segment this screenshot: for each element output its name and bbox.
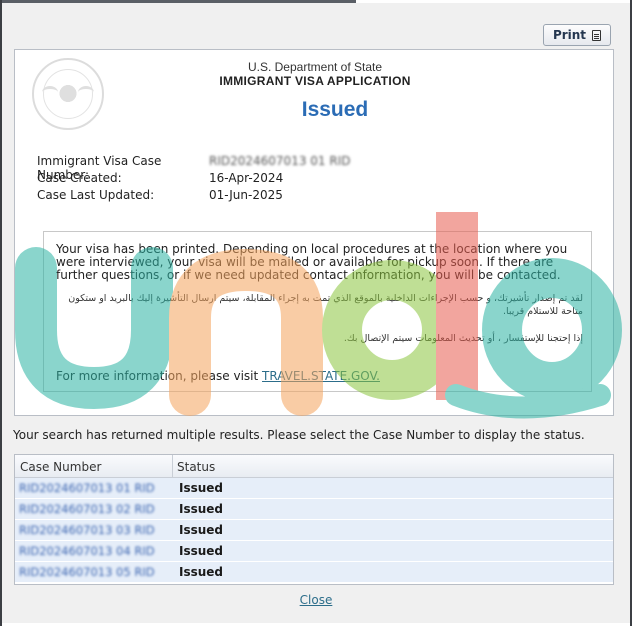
department-name: U.S. Department of State bbox=[247, 60, 383, 74]
case-number-link[interactable]: RID2024607013 05 RID bbox=[19, 565, 155, 579]
status-column-header: Status bbox=[177, 460, 216, 474]
case-number-value: RID2024607013 01 RID bbox=[209, 154, 351, 168]
status-card: U.S. Department of State IMMIGRANT VISA … bbox=[14, 49, 614, 416]
header-divider bbox=[172, 455, 173, 477]
print-button[interactable]: Print bbox=[543, 24, 611, 46]
table-row[interactable]: RID2024607013 02 RID Issued bbox=[15, 499, 613, 520]
case-number-column-header: Case Number bbox=[20, 460, 102, 474]
row-status: Issued bbox=[179, 523, 224, 537]
results-rows: RID2024607013 01 RID Issued RID202460701… bbox=[15, 478, 613, 583]
case-number-link[interactable]: RID2024607013 03 RID bbox=[19, 523, 155, 537]
table-row[interactable]: RID2024607013 03 RID Issued bbox=[15, 520, 613, 541]
status-message-english: Your visa has been printed. Depending on… bbox=[56, 242, 568, 282]
status-dialog: Print U.S. Department of State IMMIGRANT… bbox=[2, 3, 630, 623]
case-updated-value: 01-Jun-2025 bbox=[209, 188, 283, 202]
travel-state-gov-link[interactable]: TRAVEL.STATE.GOV. bbox=[262, 369, 380, 383]
results-header: Case Number Status bbox=[15, 455, 613, 478]
case-created-value: 16-Apr-2024 bbox=[209, 171, 284, 185]
status-message-arabic-2: إذا إحتجنا للإستفسار ، أو تحديث المعلوما… bbox=[343, 333, 583, 344]
application-title: IMMIGRANT VISA APPLICATION bbox=[219, 74, 411, 88]
status-message-arabic-1: لقد تم إصدار تأشيرتك، و حسب الإجراءات ال… bbox=[68, 293, 583, 317]
table-row[interactable]: RID2024607013 05 RID Issued bbox=[15, 562, 613, 583]
more-info-line: For more information, please visit TRAVE… bbox=[56, 369, 380, 383]
status-heading: Issued bbox=[301, 98, 369, 121]
case-created-label: Case Created: bbox=[37, 171, 122, 185]
case-number-link[interactable]: RID2024607013 02 RID bbox=[19, 502, 155, 516]
row-status: Issued bbox=[179, 565, 224, 579]
case-updated-row: Case Last Updated: 01-Jun-2025 bbox=[37, 188, 350, 205]
document-icon bbox=[592, 29, 602, 41]
table-row[interactable]: RID2024607013 04 RID Issued bbox=[15, 541, 613, 562]
row-status: Issued bbox=[179, 481, 224, 495]
status-message-box: Your visa has been printed. Depending on… bbox=[43, 231, 592, 392]
more-info-prefix: For more information, please visit bbox=[56, 369, 263, 383]
case-updated-label: Case Last Updated: bbox=[37, 188, 155, 202]
close-link[interactable]: Close bbox=[2, 593, 630, 607]
case-number-link[interactable]: RID2024607013 01 RID bbox=[19, 481, 155, 495]
print-button-label: Print bbox=[552, 28, 587, 42]
results-table: Case Number Status RID2024607013 01 RID … bbox=[14, 454, 614, 585]
case-number-row: Immigrant Visa Case Number: RID202460701… bbox=[37, 154, 351, 182]
table-row[interactable]: RID2024607013 01 RID Issued bbox=[15, 478, 613, 499]
row-status: Issued bbox=[179, 544, 224, 558]
case-created-row: Case Created: 16-Apr-2024 bbox=[37, 171, 350, 188]
row-status: Issued bbox=[179, 502, 224, 516]
search-results-message: Your search has returned multiple result… bbox=[13, 428, 585, 442]
case-number-link[interactable]: RID2024607013 04 RID bbox=[19, 544, 155, 558]
case-info: Immigrant Visa Case Number: RID202460701… bbox=[37, 154, 350, 205]
case-number-label: Immigrant Visa Case Number: bbox=[37, 154, 162, 182]
